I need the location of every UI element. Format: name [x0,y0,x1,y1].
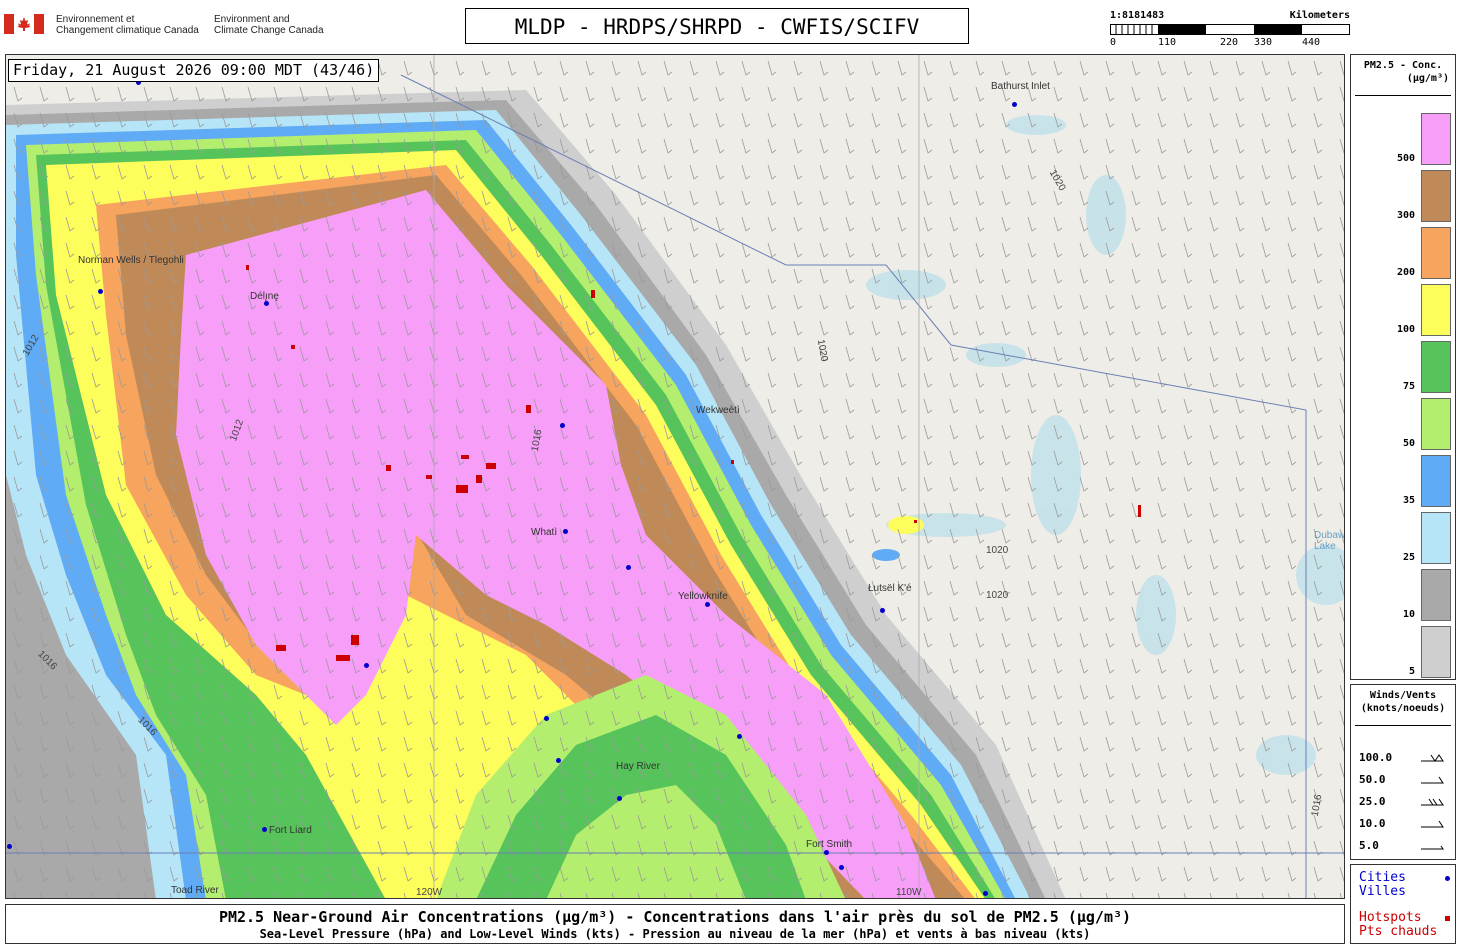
legend-label: 500 [1396,153,1415,164]
caption-primary: PM2.5 Near-Ground Air Concentrations (μg… [218,908,1132,926]
longitude-label: 110W [896,887,922,898]
city-marker [544,716,549,721]
winds-legend-title: Winds/Vents (knots/noeuds) [1360,690,1446,714]
city-label[interactable]: Łutsël K'é [868,583,912,594]
city-marker [563,529,568,534]
eccc-header: Environnement et Changement climatique Ca… [4,10,334,42]
legend-label: 5 [1408,666,1415,677]
legend-label: 25 [1402,552,1415,563]
scale-bar-graphic [1110,24,1350,35]
legend-swatch [1421,626,1451,678]
caption-secondary: Sea-Level Pressure (hPa) and Low-Level W… [259,927,1091,941]
pm25-concentration-map[interactable]: Norman Wells / Tlegohli Délı̨nę Whatì Ye… [5,54,1345,899]
scale-unit: Kilometers [1289,10,1350,21]
legend-swatch [1421,341,1451,393]
city-marker [560,423,565,428]
scale-ratio: 1:8181483 [1110,10,1165,21]
map-caption: PM2.5 Near-Ground Air Concentrations (μg… [5,904,1345,944]
city-label[interactable]: Toad River [171,885,219,896]
wind-speed-label: 10.0 [1359,817,1386,830]
wind-speed-label: 50.0 [1359,773,1386,786]
city-marker [7,844,12,849]
isobar-label: 1020 [986,545,1009,556]
legend-swatch [1421,569,1451,621]
legend-label: 300 [1396,210,1415,221]
legend-title: PM2.5 - Conc. (μg/m³) [1363,60,1449,84]
city-marker [705,602,710,607]
forecast-datetime: Friday, 21 August 2026 09:00 MDT (43/46) [8,59,380,82]
cities-key-label: Cities Villes [1359,870,1406,899]
hotspots-key-label: Hotspots Pts chauds [1359,910,1438,939]
city-label[interactable]: Bathurst Inlet [991,81,1050,92]
city-label[interactable]: Fort Smith [806,839,852,850]
wind-speed-label: 100.0 [1359,751,1393,764]
wind-speed-label: 5.0 [1359,839,1379,852]
scale-tick: 110 [1158,37,1177,48]
city-marker [839,865,844,870]
department-name-fr: Environnement et Changement climatique Ca… [56,14,199,36]
legend-label: 35 [1402,495,1415,506]
legend-swatch [1421,170,1451,222]
city-label[interactable]: Norman Wells / Tlegohli [78,255,184,266]
scale-tick: 440 [1302,37,1321,48]
legend-label: 100 [1396,324,1415,335]
hotspot-key-icon [1445,916,1450,921]
city-label[interactable]: Yellowknife [678,591,728,602]
wind-barb-icon [1421,754,1444,850]
city-marker [617,796,622,801]
legend-swatch [1421,398,1451,450]
city-marker [1012,102,1017,107]
city-label[interactable]: Fort Liard [269,825,312,836]
legend-label: 10 [1402,609,1415,620]
city-marker [262,827,267,832]
scale-tick: 330 [1254,37,1273,48]
department-name-en: Environment and Climate Change Canada [214,14,324,36]
city-marker [98,289,103,294]
city-marker [737,734,742,739]
city-marker [983,891,988,896]
city-marker [264,301,269,306]
city-label[interactable]: Hay River [616,761,660,772]
legend-label: 50 [1402,438,1415,449]
city-key-icon [1445,876,1450,881]
winds-legend: Winds/Vents (knots/noeuds) 100.0 50.0 25.… [1350,684,1456,860]
city-marker [556,758,561,763]
longitude-label: 120W [416,887,443,898]
legend-swatch [1421,512,1451,564]
scale-tick: 0 [1110,37,1117,48]
scale-bar: 1:8181483 Kilometers 0 110 220 330 440 [1108,10,1352,50]
map-canvas[interactable] [6,55,1345,899]
canada-flag-icon [4,14,44,34]
city-marker [824,850,829,855]
lake-label: Dubawnt Lake [1314,530,1345,552]
legend-swatch [1421,227,1451,279]
symbol-key: Cities Villes Hotspots Pts chauds [1350,864,1456,944]
city-label[interactable]: Wekweètì [696,405,740,416]
city-marker [880,608,885,613]
legend-swatch [1421,455,1451,507]
legend-swatch [1421,284,1451,336]
city-marker [364,663,369,668]
pm25-legend: PM2.5 - Conc. (μg/m³) 500 300 200 100 75 50 35 2… [1350,54,1456,680]
isobar-label: 1020 [986,590,1009,601]
city-marker [626,565,631,570]
city-label[interactable]: Whatì [531,527,557,538]
legend-label: 75 [1402,381,1415,392]
legend-label: 200 [1396,267,1415,278]
map-title: MLDP - HRDPS/SHRPD - CWFIS/SCIFV [465,8,969,44]
wind-barbs [6,55,1344,898]
wind-speed-label: 25.0 [1359,795,1386,808]
legend-swatch [1421,113,1451,165]
scale-tick: 220 [1220,37,1239,48]
